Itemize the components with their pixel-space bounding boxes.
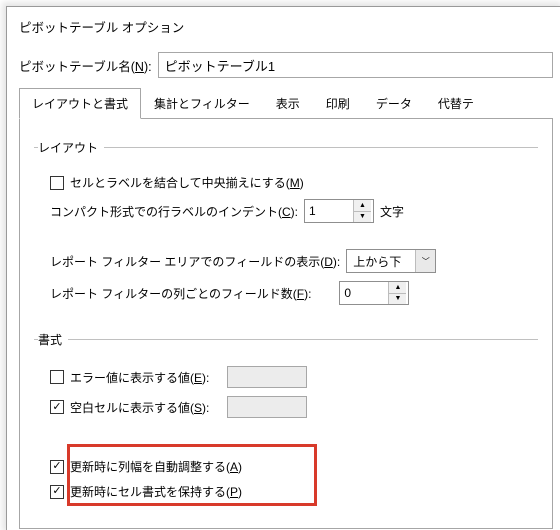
- spinner-report-filter-count-down[interactable]: ▼: [389, 294, 406, 305]
- label-indent-suffix: 文字: [380, 203, 404, 220]
- pivottable-name-label: ピボットテーブル名(N):: [19, 56, 152, 75]
- spinner-indent-input[interactable]: [305, 200, 353, 222]
- checkbox-preserve-formatting[interactable]: [50, 485, 64, 499]
- spinner-report-filter-count-input[interactable]: [340, 282, 388, 304]
- tab-strip: レイアウトと書式 集計とフィルター 表示 印刷 データ 代替テ: [19, 88, 553, 119]
- pivottable-name-row: ピボットテーブル名(N):: [7, 44, 560, 88]
- dropdown-report-filter-display-value: 上から下: [347, 250, 415, 272]
- label-merge-center: セルとラベルを結合して中央揃えにする(M): [70, 174, 304, 191]
- checkbox-autofit-columns[interactable]: [50, 460, 64, 474]
- label-report-filter-display: レポート フィルター エリアでのフィールドの表示(D):: [50, 253, 340, 270]
- dropdown-report-filter-display[interactable]: 上から下 ﹀: [346, 249, 436, 273]
- tab-data[interactable]: データ: [363, 88, 425, 119]
- spinner-indent-up[interactable]: ▲: [354, 200, 371, 212]
- spinner-report-filter-count-up[interactable]: ▲: [389, 282, 406, 294]
- label-preserve-formatting: 更新時にセル書式を保持する(P): [70, 483, 242, 500]
- group-format: 書式 エラー値に表示する値(E): 空白セルに表示する値(S):: [34, 331, 538, 512]
- tab-layout-format[interactable]: レイアウトと書式: [19, 88, 141, 119]
- spinner-indent[interactable]: ▲ ▼: [304, 199, 374, 223]
- tab-panel-layout-format: レイアウト セルとラベルを結合して中央揃えにする(M) コンパクト形式での行ラベ…: [19, 119, 553, 529]
- spinner-indent-down[interactable]: ▼: [354, 212, 371, 223]
- chevron-down-icon: ﹀: [415, 250, 435, 272]
- checkbox-empty-cell-value[interactable]: [50, 400, 64, 414]
- tab-alttext[interactable]: 代替テ: [425, 88, 487, 119]
- label-indent: コンパクト形式での行ラベルのインデント(C):: [50, 203, 298, 220]
- spinner-report-filter-count[interactable]: ▲ ▼: [339, 281, 409, 305]
- input-empty-cell-value[interactable]: [227, 396, 307, 418]
- tab-display[interactable]: 表示: [263, 88, 313, 119]
- tab-totals-filters[interactable]: 集計とフィルター: [141, 88, 263, 119]
- tab-print[interactable]: 印刷: [313, 88, 363, 119]
- group-layout: レイアウト セルとラベルを結合して中央揃えにする(M) コンパクト形式での行ラベ…: [34, 139, 538, 317]
- pivottable-name-input[interactable]: [158, 52, 553, 78]
- checkbox-merge-center[interactable]: [50, 176, 64, 190]
- input-error-value[interactable]: [227, 366, 307, 388]
- pivottable-options-dialog: ピボットテーブル オプション ピボットテーブル名(N): レイアウトと書式 集計…: [6, 6, 560, 530]
- label-autofit-columns: 更新時に列幅を自動調整する(A): [70, 458, 242, 475]
- checkbox-error-value[interactable]: [50, 370, 64, 384]
- group-format-legend: 書式: [38, 331, 68, 348]
- dialog-title: ピボットテーブル オプション: [7, 7, 560, 44]
- label-error-value: エラー値に表示する値(E):: [70, 369, 209, 386]
- group-layout-legend: レイアウト: [38, 139, 104, 156]
- label-empty-cell-value: 空白セルに表示する値(S):: [70, 399, 209, 416]
- label-report-filter-count: レポート フィルターの列ごとのフィールド数(F):: [50, 285, 311, 302]
